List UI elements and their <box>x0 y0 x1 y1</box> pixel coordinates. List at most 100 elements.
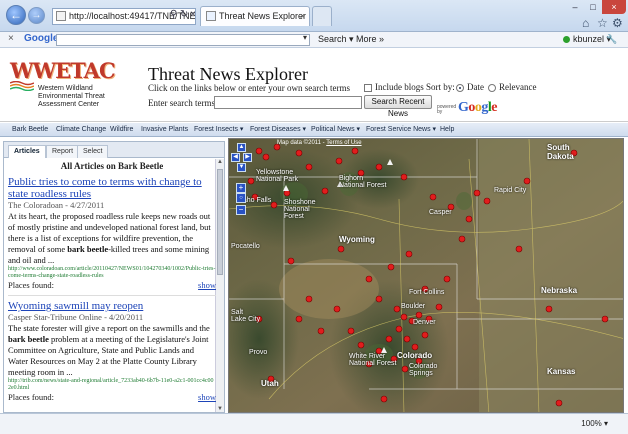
map-label-kansas: Kansas <box>547 367 576 376</box>
maximize-button[interactable]: □ <box>584 0 602 14</box>
pan-up-icon[interactable]: ▲ <box>237 143 246 152</box>
panel-tabs: Articles Report Select <box>4 142 224 158</box>
close-window-button[interactable]: × <box>602 0 626 14</box>
places-found-label: Places found: <box>8 280 55 290</box>
pan-down-icon[interactable]: ▼ <box>237 163 246 172</box>
app-subtitle: Click on the links below or enter your o… <box>148 83 350 93</box>
close-tab-icon[interactable]: × <box>300 7 305 25</box>
map-copyright: Map data ©2011 - Terms of Use <box>277 140 362 146</box>
zoom-level-icon[interactable]: ○ <box>236 193 246 203</box>
article-source: The Coloradoan - 4/27/2011 <box>8 200 105 210</box>
menu-bark-beetle[interactable]: Bark Beetle <box>12 124 48 136</box>
menu-help[interactable]: Help <box>440 124 454 136</box>
article-source: Casper Star-Tribune Online - 4/20/2011 <box>8 312 144 322</box>
map-label-bighorn: Bighorn National Forest <box>339 175 387 189</box>
tab-report[interactable]: Report <box>46 145 80 158</box>
places-found-label: Places found: <box>8 392 55 402</box>
zoom-level-button[interactable]: 100% ▾ <box>581 419 608 428</box>
menu-forest-insects[interactable]: Forest Insects ▾ <box>194 124 243 136</box>
tab-threat-news-explorer[interactable]: Threat News Explorer × <box>200 6 310 26</box>
google-toolbar: × Google ▾ Search ▾ More » kbunzel ▾ 🔧 <box>0 32 628 48</box>
org-line: Western Wildland <box>38 85 93 92</box>
close-toolbar-icon[interactable]: × <box>8 33 14 44</box>
new-tab-button[interactable] <box>312 6 332 26</box>
minimize-button[interactable]: – <box>566 0 584 14</box>
article-snippet: At its heart, the proposed roadless rule… <box>8 211 216 266</box>
stop-icon[interactable]: × <box>190 9 196 20</box>
menu-invasive-plants[interactable]: Invasive Plants <box>141 124 188 136</box>
org-line: Assessment Center <box>38 101 100 108</box>
sort-date-radio[interactable] <box>456 84 464 92</box>
map-label-utah: Utah <box>261 379 279 388</box>
powered-line: by <box>437 109 443 115</box>
refresh-icon[interactable]: ↻ <box>180 9 188 20</box>
sort-relevance-radio[interactable] <box>488 84 496 92</box>
show-places-link[interactable]: show <box>198 392 216 403</box>
list-item: Wyoming sawmill may reopen Casper Star-T… <box>8 300 216 403</box>
terms-of-use-link[interactable]: Terms of Use <box>326 140 361 146</box>
article-url: http://trib.com/news/state-and-regional/… <box>8 378 214 391</box>
places-found-row: Places found: show <box>8 392 216 403</box>
places-found-row: Places found: show <box>8 280 216 291</box>
logo-mark: WWETAC <box>10 58 116 83</box>
star-icon[interactable]: ☆ <box>597 16 608 30</box>
google-logo-letter: e <box>491 100 497 115</box>
map-label-nebraska: Nebraska <box>541 286 578 295</box>
chevron-down-icon[interactable]: ▾ <box>303 33 307 42</box>
map-label-pocatello: Pocatello <box>231 243 260 250</box>
page-favicon-icon <box>56 11 66 21</box>
article-snippet: The state forester will give a report on… <box>8 323 216 378</box>
sort-date-label: Date <box>467 82 484 92</box>
scroll-up-icon[interactable]: ▲ <box>217 159 223 165</box>
org-line: Environmental Threat <box>38 93 105 100</box>
gear-icon[interactable]: ⚙ <box>612 16 623 30</box>
map-label-colorado: Colorado <box>397 351 433 360</box>
include-blogs-checkbox[interactable] <box>364 84 372 92</box>
wwetac-logo: WWETAC Western Wildland Environmental Th… <box>10 59 128 115</box>
menu-forest-diseases[interactable]: Forest Diseases ▾ <box>250 124 306 136</box>
toolbar-more-button[interactable]: More » <box>356 34 384 44</box>
tab-select[interactable]: Select <box>77 145 109 158</box>
toolbar-search-button[interactable]: Search ▾ <box>318 34 354 45</box>
sort-by-label: Sort by: <box>426 82 455 92</box>
forward-icon[interactable]: → <box>28 7 45 24</box>
menu-forest-service-news[interactable]: Forest Service News ▾ <box>366 124 436 136</box>
map-label-colorado-springs: Colorado Springs <box>409 363 438 377</box>
logo-wave-icon <box>10 81 34 91</box>
article-title-link[interactable]: Public tries to come to terms with chang… <box>8 176 216 200</box>
zoom-out-button[interactable]: − <box>236 205 246 215</box>
show-places-link[interactable]: show <box>198 280 216 291</box>
menu-climate-change[interactable]: Climate Change <box>56 124 106 136</box>
toolbar-search-input[interactable]: ▾ <box>56 33 310 46</box>
scroll-down-icon[interactable]: ▼ <box>217 406 223 412</box>
panel-scrollbar[interactable]: ▲ ▼ <box>215 159 224 412</box>
menu-wildfire[interactable]: Wildfire <box>110 124 133 136</box>
pan-left-icon[interactable]: ◀ <box>231 153 240 162</box>
search-input[interactable] <box>214 96 362 109</box>
articles-heading: All Articles on Bark Beetle <box>60 161 164 171</box>
include-blogs-label: Include blogs <box>375 82 424 92</box>
search-recent-news-button[interactable]: Search Recent News <box>364 95 432 118</box>
snippet-keyword: bark beetle <box>8 334 49 344</box>
map-label-salt-lake-city: Salt Lake City <box>231 309 261 323</box>
map-label-provo: Provo <box>249 349 268 356</box>
list-item: Public tries to come to terms with chang… <box>8 176 216 291</box>
search-icon[interactable]: ⚲ <box>170 9 177 20</box>
map-label-boulder: Boulder <box>401 303 426 310</box>
menu-political-news[interactable]: Political News ▾ <box>311 124 360 136</box>
article-title-link[interactable]: Wyoming sawmill may reopen <box>8 300 216 312</box>
back-icon[interactable]: ← <box>6 5 26 25</box>
zoom-in-button[interactable]: + <box>236 183 246 193</box>
pan-right-icon[interactable]: ▶ <box>243 153 252 162</box>
wrench-icon[interactable]: 🔧 <box>606 34 617 45</box>
powered-by-label: powered by <box>437 105 456 115</box>
online-status-icon <box>563 36 570 43</box>
tab-articles[interactable]: Articles <box>8 145 46 158</box>
home-icon[interactable]: ⌂ <box>582 16 589 30</box>
tab-title: Threat News Explorer <box>219 11 307 21</box>
map-label-south-dakota: South Dakota <box>547 143 574 161</box>
scroll-thumb[interactable] <box>217 169 223 275</box>
map-label-shoshone: Shoshone National Forest <box>284 199 316 220</box>
map-label-yellowstone: Yellowstone National Park <box>256 169 299 183</box>
news-map[interactable]: Map data ©2011 - Terms of Use Yellowston… <box>228 138 624 413</box>
